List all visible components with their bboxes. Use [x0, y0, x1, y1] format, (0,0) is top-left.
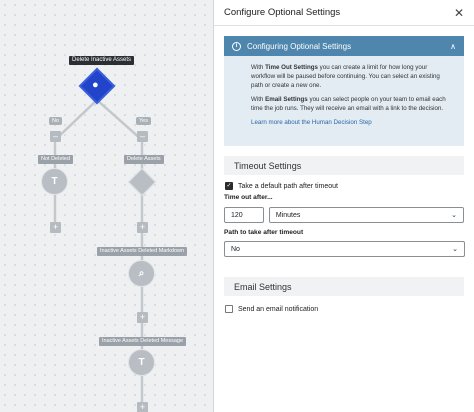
add-step-no-button[interactable]: +	[50, 222, 61, 233]
collapse-no-button[interactable]: –	[50, 131, 61, 142]
branch-yes-tag: Yes	[136, 117, 151, 125]
timeout-section-title: Timeout Settings	[234, 160, 302, 171]
default-path-label: Take a default path after timeout	[238, 182, 339, 190]
add-step-yes-button[interactable]: +	[137, 222, 148, 233]
teams-message-icon[interactable]: T	[128, 349, 155, 376]
root-node-label: Delete Inactive Assets	[69, 56, 135, 65]
time-out-after-label: Time out after...	[224, 194, 273, 201]
markdown-search-icon[interactable]: ⌕	[128, 260, 155, 287]
branch-no-tag: No	[49, 117, 63, 125]
email-section-title: Email Settings	[234, 281, 292, 292]
delete-assets-label: Delete Assets	[124, 155, 164, 164]
info-icon: i	[232, 41, 241, 51]
chevron-down-icon: ⌄	[451, 212, 457, 219]
info-accordion-header[interactable]: i Configuring Optional Settings ∧	[224, 36, 464, 56]
email-notify-checkbox[interactable]	[225, 305, 233, 313]
chevron-up-icon[interactable]: ∧	[450, 42, 456, 51]
not-deleted-label: Not Deleted	[38, 155, 74, 164]
path-after-timeout-value: No	[231, 245, 240, 253]
default-path-checkbox[interactable]: ✓	[225, 182, 233, 190]
email-notify-row[interactable]: Send an email notification	[225, 305, 474, 313]
email-notify-label: Send an email notification	[238, 305, 319, 313]
message-node-label: Inactive Assets Deleted Message	[99, 337, 187, 346]
path-after-timeout-select[interactable]: No ⌄	[224, 241, 465, 257]
panel-title: Configure Optional Settings	[224, 7, 341, 18]
markdown-node-label: Inactive Assets Deleted Markdown	[97, 247, 188, 256]
info-paragraph-timeout: With Time Out Settings you can create a …	[251, 64, 440, 89]
person-icon: ●	[92, 79, 99, 91]
timeout-unit-value: Minutes	[275, 211, 301, 219]
default-path-row[interactable]: ✓ Take a default path after timeout	[225, 182, 474, 190]
info-paragraph-email: With Email Settings you can select peopl…	[251, 96, 446, 112]
collapse-yes-button[interactable]: –	[137, 131, 148, 142]
workflow-canvas[interactable]: Delete Inactive Assets ● No Yes – – Not …	[0, 0, 213, 412]
timeout-unit-select[interactable]: Minutes ⌄	[268, 207, 464, 223]
timeout-inputs-row: 120 Minutes ⌄	[224, 207, 464, 223]
info-body: With Time Out Settings you can create a …	[224, 56, 464, 146]
add-step-button-2[interactable]: +	[137, 312, 148, 323]
info-heading: Configuring Optional Settings	[247, 41, 352, 51]
timeout-amount-input[interactable]: 120	[224, 207, 264, 223]
add-step-button-3[interactable]: +	[137, 402, 148, 412]
timeout-section-header: Timeout Settings	[224, 156, 464, 175]
close-icon[interactable]: ✕	[454, 7, 464, 19]
chevron-down-icon: ⌄	[452, 246, 458, 253]
learn-more-link[interactable]: Learn more about the Human Decision Step	[251, 119, 372, 126]
settings-panel: Configure Optional Settings ✕ i Configur…	[213, 0, 474, 412]
email-section-header: Email Settings	[224, 277, 464, 296]
path-after-timeout-label: Path to take after timeout	[224, 229, 304, 236]
teams-icon[interactable]: T	[41, 168, 68, 195]
panel-header: Configure Optional Settings ✕	[214, 0, 474, 26]
